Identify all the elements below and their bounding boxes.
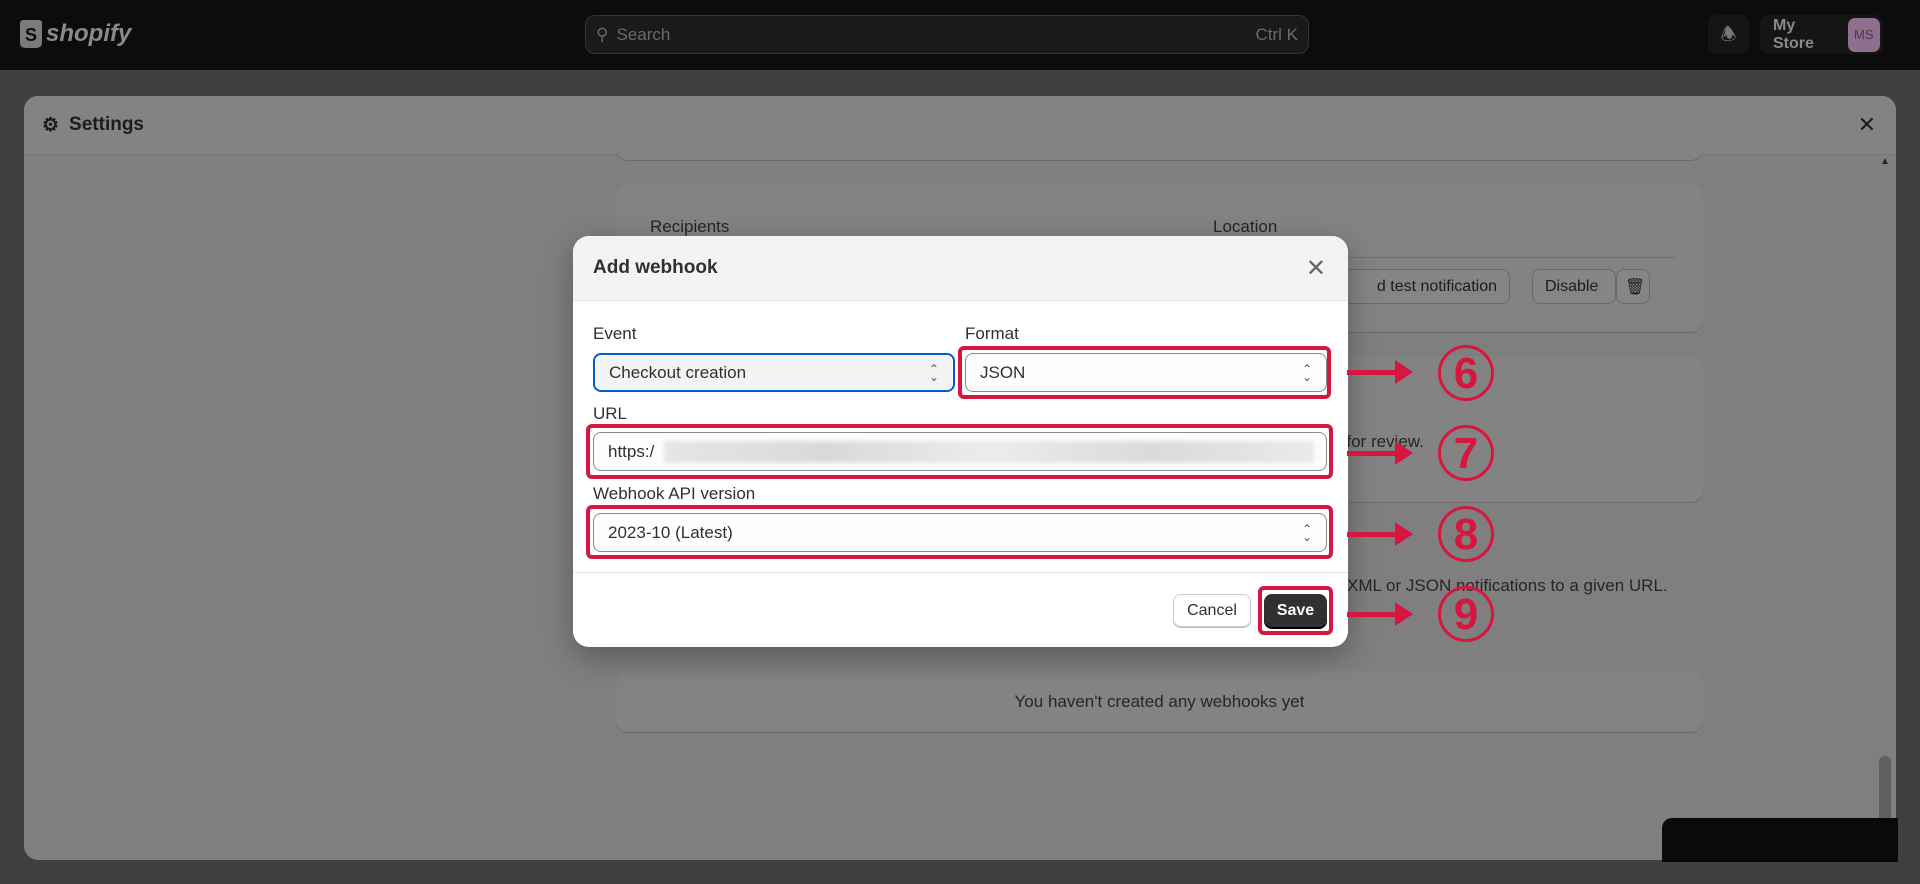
shopify-logo[interactable]: Sshopify (20, 20, 131, 48)
avatar: MS (1847, 17, 1880, 52)
highlight-url (586, 424, 1333, 479)
highlight-save (1258, 586, 1333, 635)
highlight-format (958, 346, 1331, 399)
step-number: 9 (1438, 586, 1494, 642)
modal-title: Add webhook (573, 236, 1348, 301)
arrow-icon (1347, 522, 1413, 546)
search-shortcut: Ctrl K (1255, 24, 1299, 44)
highlight-api-version (586, 505, 1333, 559)
scroll-up-icon[interactable]: ▲ (1876, 156, 1894, 167)
url-label: URL (593, 404, 628, 423)
arrow-icon (1347, 441, 1413, 465)
arrow-icon (1347, 360, 1413, 384)
webhooks-description: XML or JSON notifications to a given URL… (1347, 576, 1668, 595)
close-modal-icon[interactable]: ✕ (1306, 254, 1326, 283)
notifications-bell-icon[interactable]: 🕭 (1708, 15, 1749, 54)
shopify-bag-icon: S (20, 20, 42, 48)
format-label: Format (965, 324, 1019, 343)
store-menu-button[interactable]: My Store MS (1760, 15, 1883, 54)
cancel-button[interactable]: Cancel (1173, 594, 1251, 627)
step-number: 6 (1438, 345, 1494, 401)
step-number: 7 (1438, 425, 1494, 481)
api-version-label: Webhook API version (593, 484, 756, 503)
gear-icon: ⚙ (42, 114, 60, 136)
scrollbar[interactable]: ▲ (1876, 156, 1894, 856)
disable-button[interactable]: Disable (1532, 269, 1616, 304)
settings-title: Settings (69, 114, 144, 135)
webhooks-empty-card: You haven't created any webhooks yet (616, 671, 1703, 732)
search-placeholder: Search (616, 24, 671, 44)
search-input[interactable]: ⚲ Search Ctrl K (585, 15, 1309, 54)
trash-icon[interactable]: 🗑 (1616, 269, 1650, 304)
arrow-icon (1347, 602, 1413, 626)
close-settings-icon[interactable]: ✕ (1858, 112, 1876, 138)
floating-widget (1662, 818, 1898, 862)
search-icon: ⚲ (596, 24, 609, 44)
select-chevron-icon: ⌃ ⌄ (928, 361, 939, 384)
send-test-notification-button[interactable]: d test notification (1344, 269, 1510, 304)
event-label: Event (593, 324, 637, 343)
top-bar: Sshopify ⚲ Search Ctrl K 🕭 My Store MS (0, 0, 1920, 70)
event-select[interactable]: Checkout creation ⌃ ⌄ (593, 353, 955, 392)
card-top (616, 96, 1703, 160)
step-number: 8 (1438, 506, 1494, 562)
